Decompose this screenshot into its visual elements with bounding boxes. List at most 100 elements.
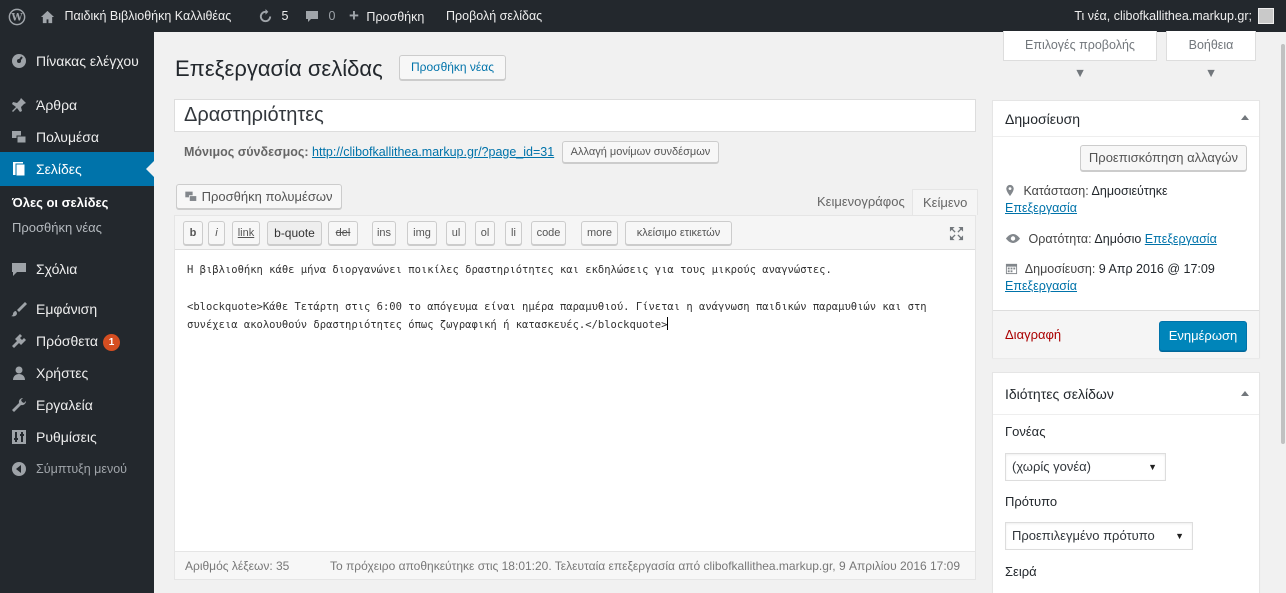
post-title-input[interactable]: Δραστηριότητες [174, 99, 976, 132]
parent-select[interactable]: (χωρίς γονέα) ▼ [1005, 453, 1166, 481]
quicktag-more[interactable]: more [581, 221, 618, 245]
quicktag-bold[interactable]: b [183, 221, 203, 245]
site-name: Παιδική Βιβλιοθήκη Καλλιθέας [64, 9, 232, 23]
comment-icon [12, 263, 26, 276]
publish-actions: Διαγραφή Ενημέρωση [993, 310, 1259, 358]
visibility-row: Ορατότητα: Δημόσιο Επεξεργασία [1005, 232, 1217, 246]
published-value: 9 Απρ 2016 @ 17:09 [1098, 262, 1215, 276]
published-label: Δημοσίευση: [1024, 262, 1096, 276]
preview-changes-button[interactable]: Προεπισκόπηση αλλαγών [1080, 145, 1247, 171]
calendar-icon [1005, 263, 1018, 275]
menu-label: Εμφάνιση [36, 301, 98, 317]
permalink-url[interactable]: http://clibofkallithea.markup.gr/?page_i… [312, 145, 554, 159]
wordpress-logo-icon[interactable]: W [8, 0, 26, 32]
comments-link[interactable]: 0 [305, 0, 335, 32]
quicktag-ol[interactable]: ol [475, 221, 495, 245]
admin-menu: Πίνακας ελέγχου Άρθρα Πολυμέσα Σελίδες Ό… [0, 32, 154, 593]
autosave-message: Το πρόχειρο αποθηκεύτηκε στις 18:01:20. … [330, 559, 961, 573]
scrollbar-thumb[interactable] [1281, 44, 1285, 444]
quicktag-code[interactable]: code [531, 221, 566, 245]
page-attributes-header[interactable]: Ιδιότητες σελίδων [993, 373, 1259, 415]
trash-link[interactable]: Διαγραφή [1005, 327, 1061, 342]
toggle-arrow-icon[interactable] [1241, 115, 1249, 120]
menu-item-settings[interactable]: Ρυθμίσεις [0, 420, 154, 454]
editor: b i link b-quote del ins img ul ol li co… [174, 215, 976, 580]
edit-status-link[interactable]: Επεξεργασία [1005, 201, 1077, 215]
collapse-menu-button[interactable]: Σύμπτυξη μενού [0, 452, 154, 486]
publish-heading: Δημοσίευση [1005, 111, 1081, 127]
quicktag-close-tags[interactable]: κλείσιμο ετικετών [625, 221, 732, 245]
media-icon [12, 131, 27, 144]
editor-status-bar: Αριθμός λέξεων: 35 Το πρόχειρο αποθηκεύτ… [175, 551, 975, 579]
quicktag-link[interactable]: link [232, 221, 260, 245]
edit-date-link[interactable]: Επεξεργασία [1005, 279, 1077, 293]
site-home-link[interactable]: Παιδική Βιβλιοθήκη Καλλιθέας [40, 0, 231, 32]
updates-count: 5 [281, 9, 289, 23]
help-tab[interactable]: Βοήθεια ▼ [1166, 31, 1256, 80]
new-content-label: Προσθήκη [366, 10, 425, 24]
quicktag-ins[interactable]: ins [372, 221, 396, 245]
menu-item-users[interactable]: Χρήστες [0, 356, 154, 390]
visibility-label: Ορατότητα: [1028, 232, 1092, 246]
page-title: Επεξεργασία σελίδας [175, 56, 383, 81]
dropdown-arrow-icon: ▼ [1175, 531, 1184, 541]
order-label: Σειρά [1005, 564, 1037, 579]
menu-label: Ρυθμίσεις [36, 429, 97, 445]
menu-item-pages[interactable]: Σελίδες [0, 152, 154, 186]
publish-box-header[interactable]: Δημοσίευση [993, 101, 1259, 137]
media-icon [185, 191, 198, 202]
quicktag-img[interactable]: img [407, 221, 437, 245]
menu-item-dashboard[interactable]: Πίνακας ελέγχου [0, 44, 154, 78]
submenu-add-new[interactable]: Προσθήκη νέας [0, 215, 154, 241]
update-button[interactable]: Ενημέρωση [1159, 321, 1247, 351]
add-media-label: Προσθήκη πολυμέσων [201, 189, 333, 204]
menu-label: Χρήστες [36, 365, 89, 381]
quicktag-li[interactable]: li [505, 221, 522, 245]
tab-text[interactable]: Κείμενο [912, 189, 979, 215]
content-paragraph: Η βιβλιοθήκη κάθε μήνα διοργανώνει ποικί… [187, 264, 832, 276]
tab-visual[interactable]: Κειμενογράφος [807, 189, 915, 215]
admin-bar: W Παιδική Βιβλιοθήκη Καλλιθέας 5 0 + Προ… [0, 0, 1286, 32]
menu-item-appearance[interactable]: Εμφάνιση [0, 292, 154, 326]
plus-icon: + [349, 6, 359, 25]
quicktag-blockquote[interactable]: b-quote [267, 221, 322, 245]
content-textarea[interactable]: Η βιβλιοθήκη κάθε μήνα διοργανώνει ποικί… [187, 261, 967, 334]
menu-item-plugins[interactable]: Πρόσθετα 1 [0, 324, 154, 358]
menu-item-tools[interactable]: Εργαλεία [0, 388, 154, 422]
add-media-button[interactable]: Προσθήκη πολυμέσων [176, 184, 342, 209]
permalink-label: Μόνιμος σύνδεσμος: [184, 145, 309, 159]
menu-label: Σελίδες [36, 161, 82, 177]
quicktag-italic[interactable]: i [208, 221, 225, 245]
quicktags-toolbar: b i link b-quote del ins img ul ol li co… [175, 216, 975, 250]
menu-label: Πρόσθετα [36, 333, 98, 349]
add-new-page-button[interactable]: Προσθήκη νέας [399, 55, 506, 80]
menu-item-comments[interactable]: Σχόλια [0, 252, 154, 286]
new-content-link[interactable]: + Προσθήκη [349, 0, 424, 32]
comments-count: 0 [328, 9, 336, 23]
word-count: Αριθμός λέξεων: 35 [185, 559, 290, 573]
toggle-arrow-icon[interactable] [1241, 391, 1249, 396]
quicktag-ul[interactable]: ul [446, 221, 466, 245]
template-label: Πρότυπο [1005, 494, 1058, 509]
submenu-all-pages[interactable]: Όλες οι σελίδες [0, 190, 154, 216]
comment-icon [306, 11, 318, 23]
page-icon [13, 162, 26, 177]
updates-link[interactable]: 5 [258, 0, 288, 32]
menu-item-posts[interactable]: Άρθρα [0, 88, 154, 122]
quicktag-del[interactable]: del [328, 221, 358, 245]
content-line: <blockquote>Κάθε Τετάρτη στις 6:00 το απ… [187, 301, 927, 313]
view-page-link[interactable]: Προβολή σελίδας [446, 0, 542, 32]
template-select[interactable]: Προεπιλεγμένο πρότυπο ▼ [1005, 522, 1193, 550]
menu-item-media[interactable]: Πολυμέσα [0, 120, 154, 154]
home-icon [40, 10, 55, 23]
edit-visibility-link[interactable]: Επεξεργασία [1145, 232, 1217, 246]
my-account-link[interactable]: Τι νέα, clibofkallithea.markup.gr; [1074, 0, 1252, 32]
menu-label: Άρθρα [36, 97, 78, 113]
main-content: Επιλογές προβολής ▼ Βοήθεια ▼ Επεξεργασί… [154, 31, 1286, 593]
fullscreen-icon[interactable] [949, 226, 964, 241]
change-permalinks-button[interactable]: Αλλαγή μονίμων συνδέσμων [562, 141, 719, 163]
pin-icon [1006, 184, 1014, 197]
avatar[interactable] [1258, 8, 1274, 24]
screen-options-tab[interactable]: Επιλογές προβολής ▼ [1003, 31, 1157, 80]
page-scrollbar[interactable] [1280, 32, 1286, 593]
